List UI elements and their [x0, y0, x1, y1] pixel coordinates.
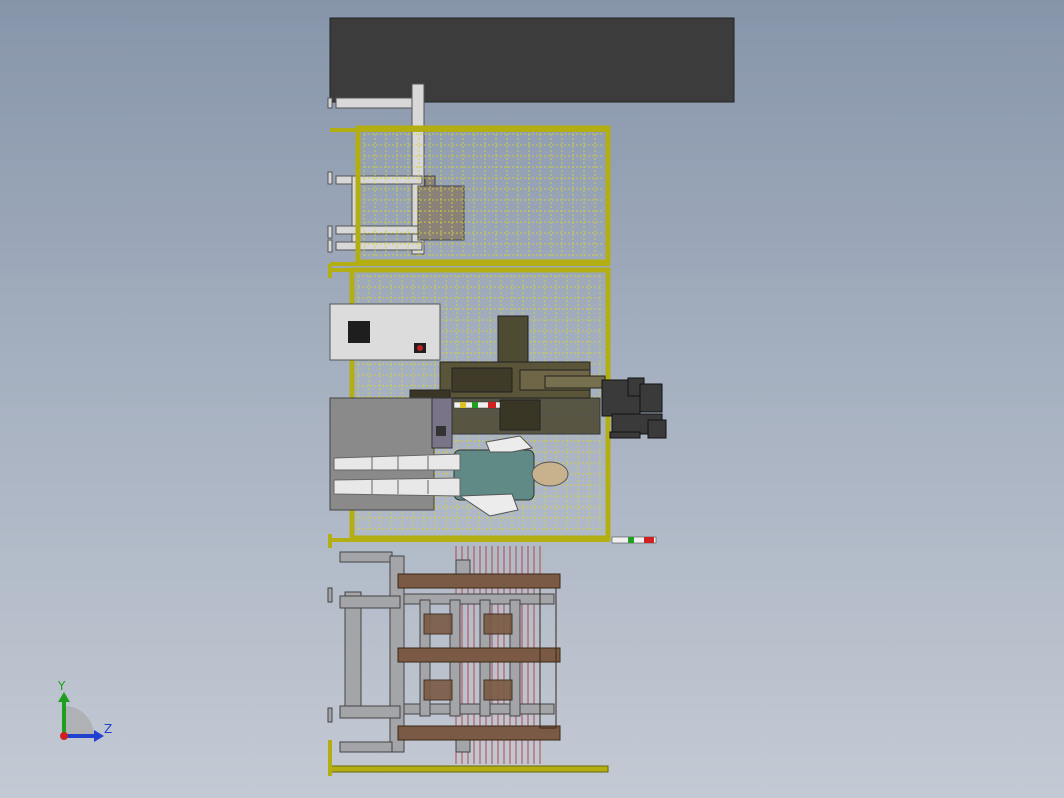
coordinate-triad: Y Z	[57, 679, 112, 742]
hmi-screen-icon	[348, 321, 370, 343]
triad-origin	[60, 732, 68, 740]
end-effector-gripper[interactable]	[601, 377, 667, 439]
z-axis-label: Z	[104, 722, 112, 736]
bottom-rail	[329, 765, 609, 773]
y-axis-label: Y	[57, 679, 66, 693]
electrical-control-cabinet[interactable]	[329, 303, 441, 361]
z-axis-head	[94, 730, 104, 742]
cad-scene[interactable]: Y Z	[0, 0, 1064, 798]
pallet-conveyor-top[interactable]	[327, 83, 425, 255]
stack-light-outer	[611, 536, 657, 544]
cad-viewport[interactable]: Y Z	[0, 0, 1064, 798]
stack-light-inner	[453, 401, 501, 409]
overhead-dark-panel[interactable]	[329, 17, 735, 103]
y-axis-head	[58, 692, 70, 702]
